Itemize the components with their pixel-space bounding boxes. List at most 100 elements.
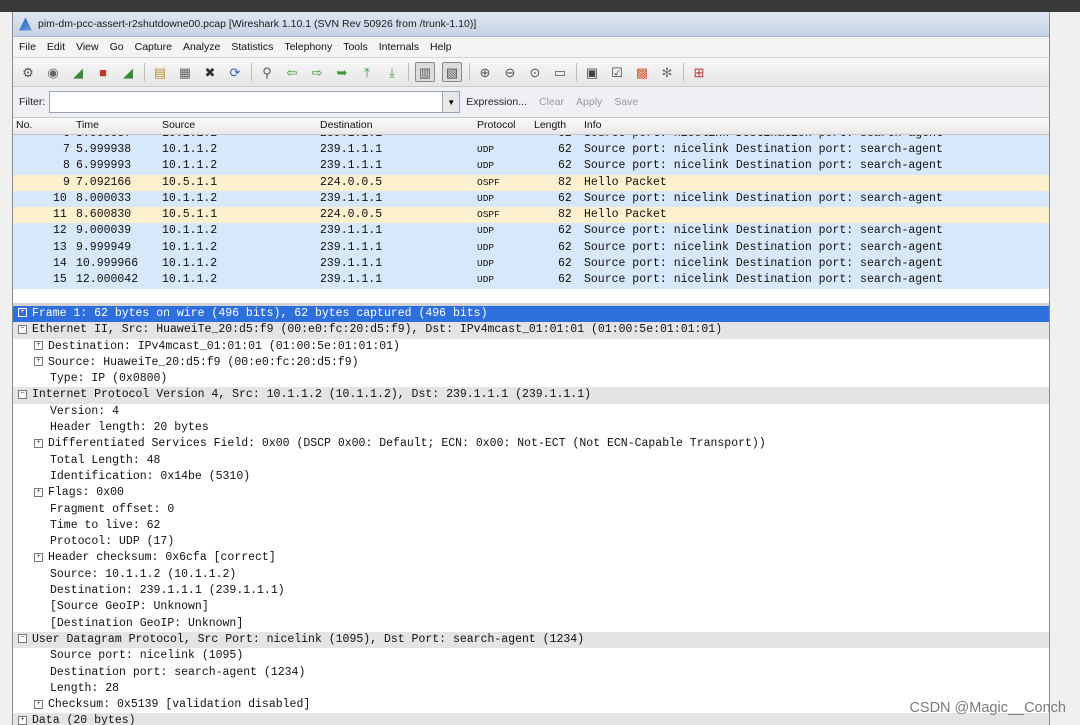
packet-row[interactable]: 11 8.600830 10.5.1.1 224.0.0.5 OSPF 82 Hello P… [13,207,1049,224]
packet-row[interactable]: 8 6.999993 10.1.1.2 239.1.1.1 UDP 62 Source po… [13,158,1049,175]
detail-field[interactable]: Header length: 20 bytes [13,420,1049,436]
gear-icon[interactable]: ⚙ [19,63,37,81]
column-header-length[interactable]: Length [534,119,566,131]
detail-section-header[interactable]: − Internet Protocol Version 4, Src: 10.1.… [13,387,1049,404]
detail-field[interactable]: + Differentiated Services Field: 0x00 (DS… [13,436,1049,452]
collapse-icon[interactable]: − [18,634,27,644]
detail-field[interactable]: [Destination GeoIP: Unknown] [13,616,1049,632]
expand-icon[interactable]: + [18,715,27,725]
packet-row[interactable]: 12 9.000039 10.1.1.2 239.1.1.1 UDP 62 Source p… [13,223,1049,240]
open-icon[interactable]: ▤ [151,63,169,81]
packet-row[interactable]: 10 8.000033 10.1.1.2 239.1.1.1 UDP 62 Source p… [13,190,1049,208]
expand-icon[interactable]: + [34,487,43,497]
resize-columns-icon[interactable]: ▭ [551,63,569,81]
apply-button[interactable]: Apply [576,96,602,108]
clear-button[interactable]: Clear [539,96,564,108]
packet-row[interactable]: 7 5.999938 10.1.1.2 239.1.1.1 UDP 62 Source po… [13,142,1049,159]
filter-input[interactable] [49,91,444,113]
menu-view[interactable]: View [76,41,99,53]
go-first-icon[interactable]: ⤒ [358,63,376,81]
detail-field[interactable]: Length: 28 [13,681,1049,697]
collapse-icon[interactable]: − [18,389,27,399]
detail-field[interactable]: Total Length: 48 [13,453,1049,469]
close-icon[interactable]: ✖ [201,63,219,81]
column-header-protocol[interactable]: Protocol [477,119,516,131]
colorize-icon[interactable]: ▥ [415,62,435,82]
detail-field[interactable]: Type: IP (0x0800) [13,371,1049,387]
help-icon[interactable]: ⊞ [690,63,708,81]
expression-button[interactable]: Expression... [466,96,527,108]
expand-icon[interactable]: + [34,357,43,367]
menu-telephony[interactable]: Telephony [284,41,332,53]
menu-tools[interactable]: Tools [343,41,368,53]
column-header-info[interactable]: Info [584,119,602,131]
detail-field[interactable]: + Header checksum: 0x6cfa [correct] [13,550,1049,566]
detail-section-header[interactable]: + Data (20 bytes) [13,713,1049,725]
expand-icon[interactable]: + [34,438,43,448]
packet-row[interactable]: 15 12.000042 10.1.1.2 239.1.1.1 UDP 62 Source … [13,272,1049,289]
autoscroll-icon[interactable]: ▧ [442,62,462,82]
zoom-normal-icon[interactable]: ⊙ [526,63,544,81]
menu-statistics[interactable]: Statistics [231,41,273,53]
reload-icon[interactable]: ⟳ [226,63,244,81]
detail-field[interactable]: Version: 4 [13,404,1049,420]
column-header-destination[interactable]: Destination [320,119,373,131]
detail-field[interactable]: Source port: nicelink (1095) [13,648,1049,664]
detail-field[interactable]: [Source GeoIP: Unknown] [13,599,1049,615]
expand-icon[interactable]: + [34,552,43,562]
column-header-time[interactable]: Time [76,119,99,131]
capture-start-icon[interactable]: ◉ [44,63,62,81]
detail-section-header[interactable]: + Frame 1: 62 bytes on wire (496 bits), 6… [13,306,1049,323]
menu-help[interactable]: Help [430,41,452,53]
menu-bar: File Edit View Go Capture Analyze Statistics Te… [13,37,1049,58]
detail-field[interactable]: Destination port: search-agent (1234) [13,665,1049,681]
zoom-out-icon[interactable]: ⊖ [501,63,519,81]
filter-dropdown-button[interactable]: ▼ [443,91,461,113]
menu-analyze[interactable]: Analyze [183,41,220,53]
detail-field[interactable]: Source: 10.1.1.2 (10.1.1.2) [13,567,1049,583]
save-icon[interactable]: ▦ [176,63,194,81]
detail-field[interactable]: + Source: HuaweiTe_20:d5:f9 (00:e0:fc:20:… [13,355,1049,371]
zoom-in-icon[interactable]: ⊕ [476,63,494,81]
restart-icon[interactable]: ◢ [119,63,137,81]
go-forward-icon[interactable]: ⇨ [308,63,326,81]
menu-edit[interactable]: Edit [47,41,65,53]
find-icon[interactable]: ⚲ [258,63,276,81]
packet-row-partial[interactable]: 6 5.000037 10.1.1.2 239.1.1.1 UDP 62 Source po… [13,135,1049,142]
detail-section-header[interactable]: − Ethernet II, Src: HuaweiTe_20:d5:f9 (00… [13,322,1049,339]
display-filters-icon[interactable]: ☑ [608,63,626,81]
detail-section-header[interactable]: − User Datagram Protocol, Src Port: nicel… [13,631,1049,649]
expand-icon[interactable]: + [34,699,43,709]
shark-fin-icon[interactable]: ◢ [69,63,87,81]
detail-field[interactable]: Identification: 0x14be (5310) [13,469,1049,485]
go-to-packet-icon[interactable]: ➥ [333,63,351,81]
detail-text: Source: HuaweiTe_20:d5:f9 (00:e0:fc:20:d… [48,355,359,369]
menu-capture[interactable]: Capture [135,41,172,53]
packet-row[interactable]: 13 9.999949 10.1.1.2 239.1.1.1 UDP 62 Source p… [13,239,1049,257]
go-back-icon[interactable]: ⇦ [283,63,301,81]
column-header-source[interactable]: Source [162,119,195,131]
menu-file[interactable]: File [19,41,36,53]
detail-field[interactable]: Protocol: UDP (17) [13,534,1049,550]
expand-icon[interactable]: + [34,341,43,351]
preferences-icon[interactable]: ✻ [658,63,676,81]
detail-field[interactable]: + Flags: 0x00 [13,485,1049,501]
menu-internals[interactable]: Internals [379,41,419,53]
expand-icon[interactable]: + [18,308,27,318]
save-button[interactable]: Save [614,96,638,108]
stop-icon[interactable]: ■ [94,63,112,81]
go-last-icon[interactable]: ⤓ [383,63,401,81]
coloring-rules-icon[interactable]: ▩ [633,63,651,81]
capture-filters-icon[interactable]: ▣ [583,63,601,81]
packet-row[interactable]: 9 7.092166 10.5.1.1 224.0.0.5 OSPF 82 Hello Pa… [13,174,1049,191]
detail-field[interactable]: Time to live: 62 [13,518,1049,534]
detail-field[interactable]: Fragment offset: 0 [13,502,1049,518]
packet-row[interactable]: 14 10.999966 10.1.1.2 239.1.1.1 UDP 62 Source … [13,256,1049,273]
column-header-no[interactable]: No. [16,119,32,131]
menu-go[interactable]: Go [110,41,124,53]
detail-field[interactable]: + Checksum: 0x5139 [validation disabled] [13,697,1049,713]
detail-field[interactable]: Destination: 239.1.1.1 (239.1.1.1) [13,583,1049,599]
detail-text: Fragment offset: 0 [50,502,175,516]
collapse-icon[interactable]: − [18,324,27,334]
detail-field[interactable]: + Destination: IPv4mcast_01:01:01 (01:00:… [13,339,1049,355]
